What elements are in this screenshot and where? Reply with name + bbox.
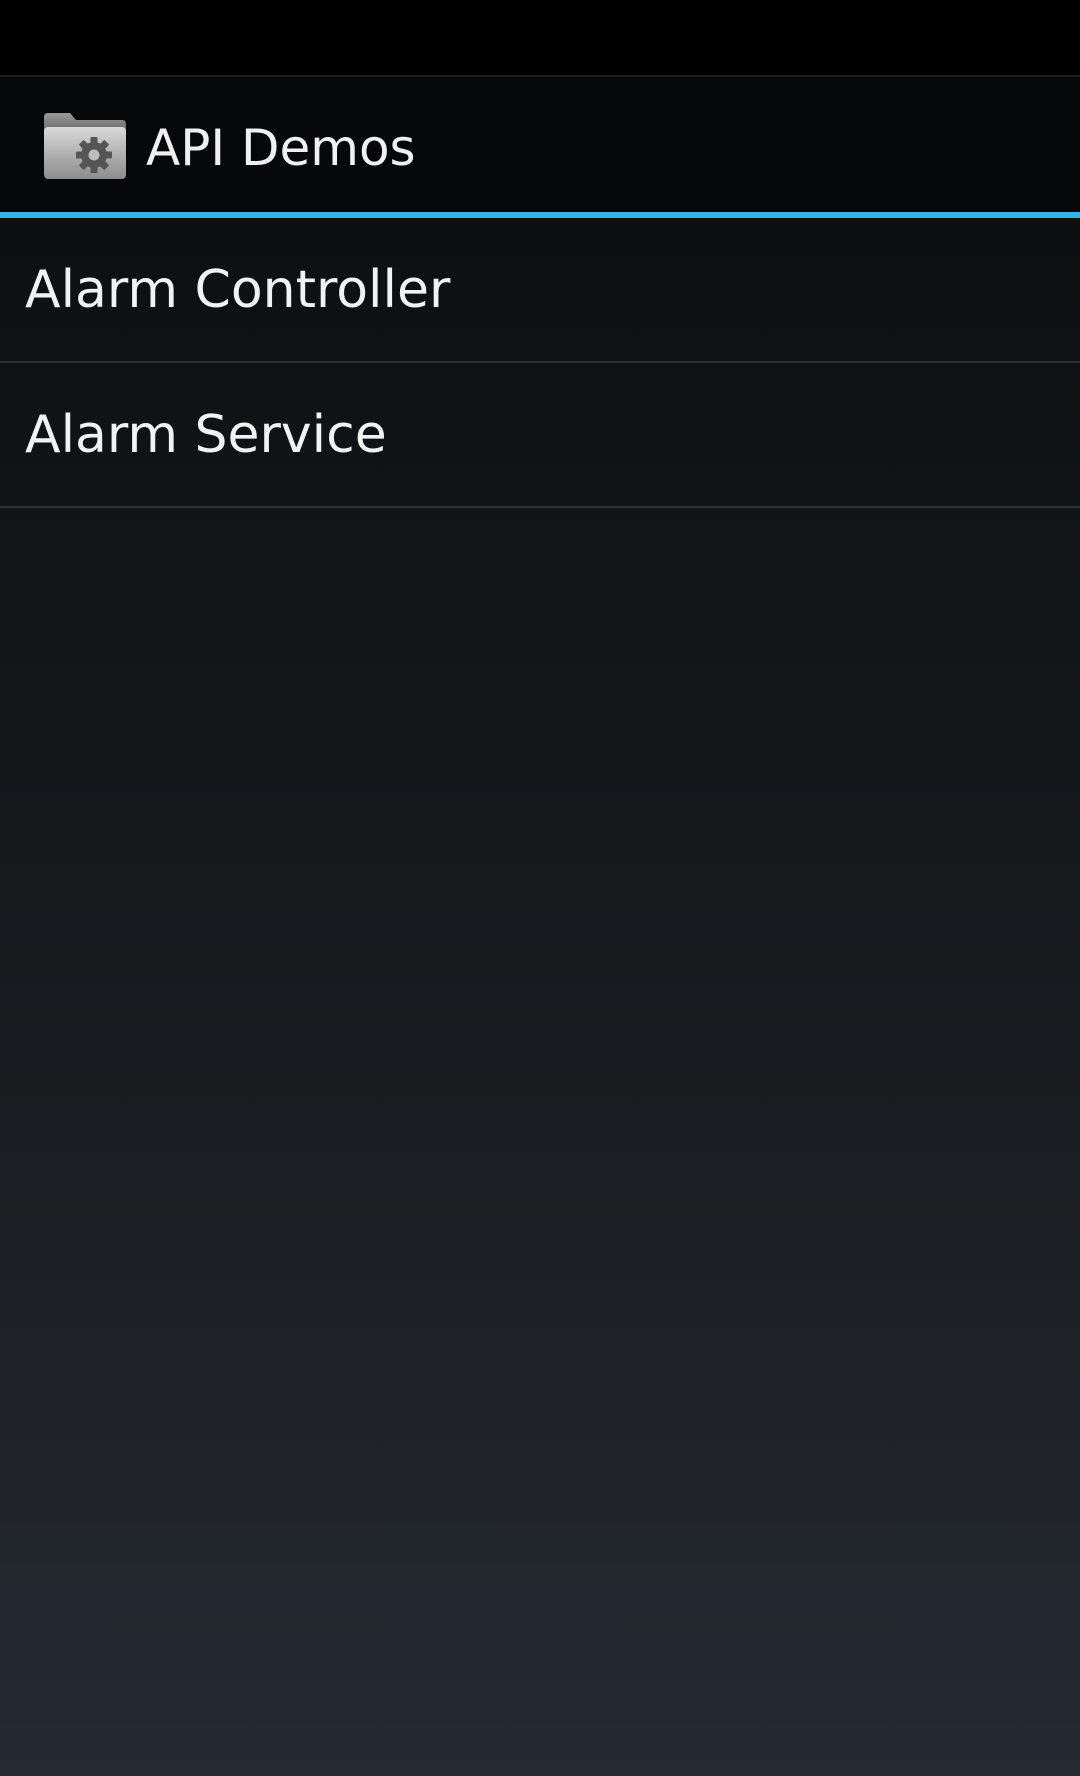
list-item-alarm-controller[interactable]: Alarm Controller — [0, 218, 1080, 363]
page-title: API Demos — [146, 119, 416, 177]
status-bar — [0, 0, 1080, 77]
list-item-label: Alarm Controller — [25, 260, 451, 320]
list-item-alarm-service[interactable]: Alarm Service — [0, 363, 1080, 508]
action-bar: API Demos — [0, 77, 1080, 213]
demo-list: Alarm Controller Alarm Service — [0, 218, 1080, 508]
folder-gear-icon[interactable] — [42, 111, 128, 181]
list-item-label: Alarm Service — [25, 405, 387, 465]
